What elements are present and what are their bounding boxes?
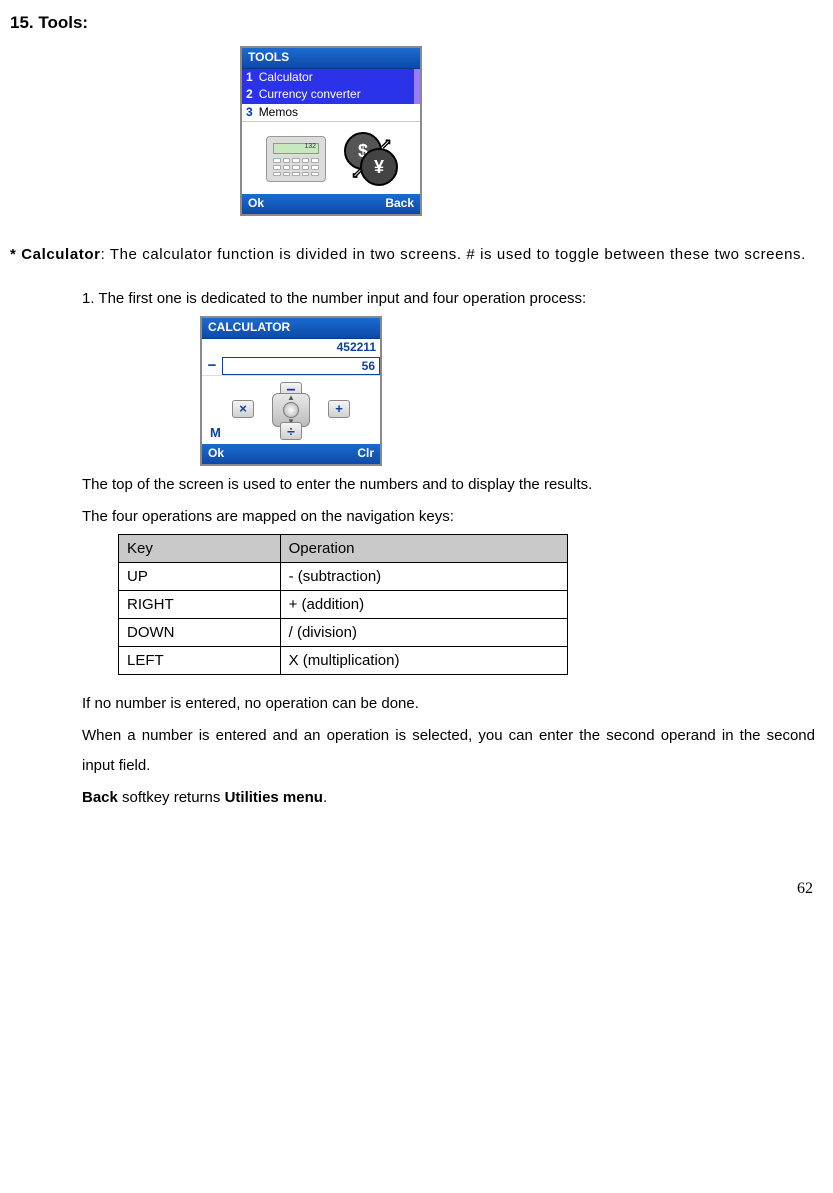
softkey-ok[interactable]: Ok (248, 196, 264, 212)
calc-input-row-1: 452211 (202, 339, 380, 357)
calc-input-row-2: − 56 (202, 357, 380, 375)
table-cell: X (multiplication) (280, 646, 567, 674)
calculator-icon (266, 136, 326, 182)
divide-icon: ÷ (280, 422, 302, 440)
step-1-text: 1. The first one is dedicated to the num… (82, 284, 815, 314)
operations-table: Key Operation UP - (subtraction) RIGHT +… (118, 534, 568, 675)
table-header-operation: Operation (280, 534, 567, 562)
calculator-intro-paragraph: * Calculator: The calculator function is… (10, 240, 823, 270)
softkey-ok[interactable]: Ok (208, 446, 224, 462)
table-cell: + (addition) (280, 590, 567, 618)
swap-arrow-icon: ⇙ (351, 164, 363, 182)
tools-menu-item-currency[interactable]: 2 Currency converter (242, 86, 420, 104)
tools-screenshot: TOOLS 1 Calculator 2 Currency converter … (240, 46, 422, 216)
body-text: The top of the screen is used to enter t… (82, 470, 815, 500)
table-row: LEFT X (multiplication) (119, 646, 568, 674)
section-heading: 15. Tools: (10, 6, 823, 40)
body-text: When a number is entered and an operatio… (82, 721, 815, 781)
body-text: If no number is entered, no operation ca… (82, 689, 815, 719)
multiply-button[interactable]: × (232, 400, 254, 418)
menu-item-label: Calculator (259, 70, 313, 86)
body-text-span: . (323, 789, 327, 806)
tools-menu-item-memos[interactable]: 3 Memos (242, 104, 420, 122)
table-cell: UP (119, 562, 281, 590)
body-text: Back softkey returns Utilities menu. (82, 783, 815, 813)
table-cell: RIGHT (119, 590, 281, 618)
calculator-intro-rest: : The calculator function is divided in … (101, 246, 806, 263)
softkey-clr[interactable]: Clr (357, 446, 374, 462)
calc-operand-1[interactable]: 452211 (222, 339, 380, 357)
table-cell: - (subtraction) (280, 562, 567, 590)
plus-button[interactable]: + (328, 400, 350, 418)
currency-icon: $ ¥ ⇙ ⇗ (344, 132, 398, 186)
tools-icon-area: $ ¥ ⇙ ⇗ (242, 121, 420, 194)
calculator-screenshot: CALCULATOR 452211 − 56 − × ▲ ▼ + ÷ M (200, 316, 382, 465)
utilities-menu-name: Utilities menu (225, 789, 323, 806)
table-row: DOWN / (division) (119, 618, 568, 646)
calc-dpad-area: − × ▲ ▼ + ÷ M (202, 375, 380, 444)
table-row: RIGHT + (addition) (119, 590, 568, 618)
softkey-back[interactable]: Back (385, 196, 414, 212)
tools-menu: 1 Calculator 2 Currency converter 3 Memo… (242, 69, 420, 122)
table-cell: LEFT (119, 646, 281, 674)
page-number: 62 (10, 873, 823, 905)
calc-operator: − (202, 356, 222, 376)
swap-arrow-icon: ⇗ (380, 134, 392, 152)
tools-menu-item-calculator[interactable]: 1 Calculator (242, 69, 420, 87)
table-cell: / (division) (280, 618, 567, 646)
calc-titlebar: CALCULATOR (202, 318, 380, 339)
calculator-intro-lead: * Calculator (10, 246, 101, 263)
table-row: UP - (subtraction) (119, 562, 568, 590)
yen-coin-icon: ¥ (360, 148, 398, 186)
menu-item-number: 2 (246, 87, 253, 103)
table-header-row: Key Operation (119, 534, 568, 562)
chevron-up-icon: ▲ (287, 393, 295, 403)
menu-item-label: Memos (259, 105, 298, 121)
calc-operand-2[interactable]: 56 (222, 357, 380, 375)
menu-item-number: 1 (246, 70, 253, 86)
body-text: The four operations are mapped on the na… (82, 502, 815, 532)
tools-titlebar: TOOLS (242, 48, 420, 69)
memory-indicator: M (210, 425, 221, 442)
back-softkey-name: Back (82, 789, 118, 806)
body-text-span: softkey returns (118, 789, 225, 806)
table-cell: DOWN (119, 618, 281, 646)
table-header-key: Key (119, 534, 281, 562)
menu-item-number: 3 (246, 105, 253, 121)
menu-item-label: Currency converter (259, 87, 361, 103)
